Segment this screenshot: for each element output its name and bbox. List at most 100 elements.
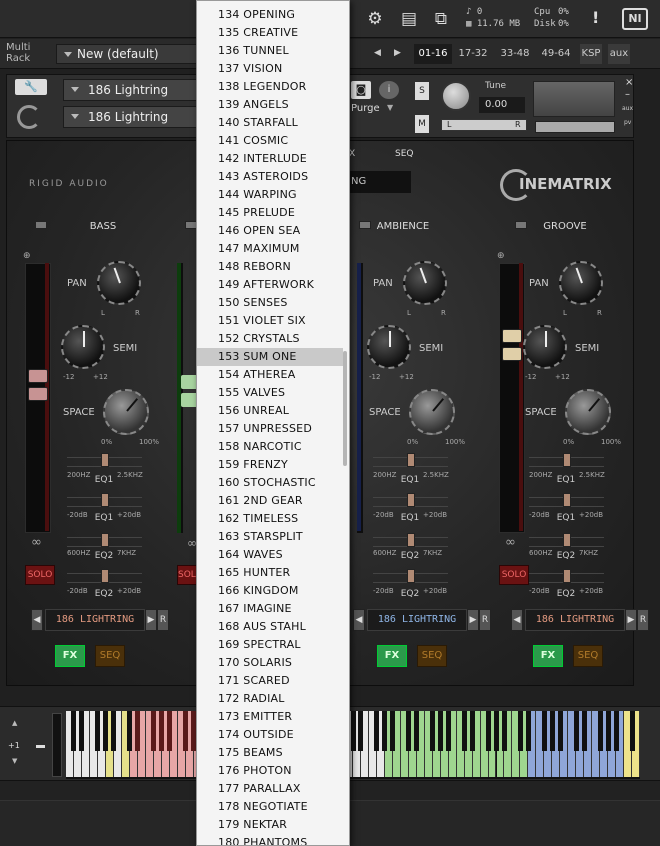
fader-cap[interactable] <box>502 347 522 361</box>
black-key[interactable] <box>159 711 165 751</box>
mute-m-button[interactable]: M <box>415 115 429 133</box>
seq-button[interactable]: SEQ <box>417 645 447 667</box>
ksp-button[interactable]: KSP <box>580 44 602 64</box>
black-key[interactable] <box>183 711 189 751</box>
dropdown-item[interactable]: 153 SUM ONE <box>197 348 343 366</box>
dropdown-item[interactable]: 156 UNREAL <box>197 402 343 420</box>
solo-s-button[interactable]: S <box>415 82 429 100</box>
prev-arrow-icon[interactable]: ◀ <box>374 48 381 58</box>
page-49-64[interactable]: 49-64 <box>537 44 575 64</box>
eq1-freq-handle[interactable] <box>563 453 571 467</box>
black-key[interactable] <box>95 711 101 751</box>
next-arrow-icon[interactable]: ▶ <box>394 48 401 58</box>
solo-button[interactable]: SOLO <box>25 565 55 585</box>
wrench-icon[interactable]: 🔧 <box>15 79 47 95</box>
preset-r-button[interactable]: R <box>479 609 491 631</box>
black-key[interactable] <box>629 711 635 751</box>
black-key[interactable] <box>103 711 109 751</box>
info-icon[interactable]: i <box>379 81 399 99</box>
instrument-name-field[interactable]: 186 Lightring <box>63 79 203 101</box>
dropdown-item[interactable]: 161 2ND GEAR <box>197 492 343 510</box>
aux-label[interactable]: aux <box>622 105 633 112</box>
dropdown-item[interactable]: 138 LEGENDOR <box>197 78 343 96</box>
rack-view-icon[interactable]: ▤ <box>396 6 422 32</box>
dropdown-scrollbar[interactable] <box>343 351 347 466</box>
channel-preset-field[interactable]: 186 LIGHTRING <box>367 609 467 631</box>
fx-button[interactable]: FX <box>377 645 407 667</box>
dropdown-item[interactable]: 166 KINGDOM <box>197 582 343 600</box>
dropdown-item[interactable]: 149 AFTERWORK <box>197 276 343 294</box>
dropdown-item[interactable]: 152 CRYSTALS <box>197 330 343 348</box>
dropdown-item[interactable]: 171 SCARED <box>197 672 343 690</box>
eq1-gain-handle[interactable] <box>407 493 415 507</box>
dropdown-item[interactable]: 168 AUS STAHL <box>197 618 343 636</box>
black-key[interactable] <box>127 711 133 751</box>
black-key[interactable] <box>605 711 611 751</box>
black-key[interactable] <box>557 711 563 751</box>
dropdown-item[interactable]: 163 STARSPLIT <box>197 528 343 546</box>
fader-cap[interactable] <box>28 369 48 383</box>
preset-dropdown-menu[interactable]: 134 OPENING 135 CREATIVE 136 TUNNEL 137 VIS… <box>196 0 350 846</box>
pan-knob[interactable] <box>97 261 141 305</box>
black-key[interactable] <box>462 711 468 751</box>
dropdown-item[interactable]: 165 HUNTER <box>197 564 343 582</box>
dropdown-item[interactable]: 142 INTERLUDE <box>197 150 343 168</box>
dropdown-item[interactable]: 146 OPEN SEA <box>197 222 343 240</box>
pv-label[interactable]: pv <box>624 119 631 126</box>
dropdown-item[interactable]: 180 PHANTOMS <box>197 834 343 845</box>
channel-preset-field[interactable]: 186 LIGHTRING <box>525 609 625 631</box>
preset-r-button[interactable]: R <box>637 609 649 631</box>
preset-next-button[interactable]: ▶ <box>625 609 637 631</box>
pan-knob[interactable] <box>403 261 447 305</box>
black-key[interactable] <box>486 711 492 751</box>
black-key[interactable] <box>414 711 420 751</box>
eq2-gain-handle[interactable] <box>407 569 415 583</box>
fx-button[interactable]: FX <box>55 645 85 667</box>
eq2-gain-handle[interactable] <box>101 569 109 583</box>
gear-icon[interactable]: ⚙ <box>362 6 388 32</box>
eq2-freq-handle[interactable] <box>563 533 571 547</box>
eq1-gain-handle[interactable] <box>101 493 109 507</box>
camera-icon[interactable]: ◙ <box>351 81 371 99</box>
space-knob[interactable] <box>565 389 611 435</box>
minimize-icon[interactable]: – <box>625 89 630 100</box>
black-key[interactable] <box>350 711 356 751</box>
eq2-gain-handle[interactable] <box>563 569 571 583</box>
fader-cap[interactable] <box>28 387 48 401</box>
black-key[interactable] <box>541 711 547 751</box>
black-key[interactable] <box>358 711 364 751</box>
dropdown-item[interactable]: 140 STARFALL <box>197 114 343 132</box>
space-knob[interactable] <box>409 389 455 435</box>
piano-keyboard[interactable] <box>66 711 640 779</box>
dropdown-item[interactable]: 136 TUNNEL <box>197 42 343 60</box>
dropdown-item[interactable]: 145 PRELUDE <box>197 204 343 222</box>
pitch-wheel[interactable] <box>52 713 62 777</box>
preset-prev-button[interactable]: ◀ <box>511 609 523 631</box>
tab-seq[interactable]: SEQ <box>395 149 413 159</box>
dropdown-item[interactable]: 178 NEGOTIATE <box>197 798 343 816</box>
dropdown-item[interactable]: 173 EMITTER <box>197 708 343 726</box>
black-key[interactable] <box>111 711 117 751</box>
black-key[interactable] <box>446 711 452 751</box>
black-key[interactable] <box>406 711 412 751</box>
black-key[interactable] <box>374 711 380 751</box>
fader-cap[interactable] <box>502 329 522 343</box>
dropdown-item[interactable]: 150 SENSES <box>197 294 343 312</box>
page-17-32[interactable]: 17-32 <box>454 44 492 64</box>
black-key[interactable] <box>167 711 173 751</box>
page-01-16[interactable]: 01-16 <box>414 44 452 64</box>
link-icon[interactable]: ∞ <box>505 535 516 550</box>
black-key[interactable] <box>501 711 507 751</box>
black-key[interactable] <box>613 711 619 751</box>
dropdown-item[interactable]: 162 TIMELESS <box>197 510 343 528</box>
warning-icon[interactable]: ! <box>592 8 599 27</box>
dropdown-item[interactable]: 158 NARCOTIC <box>197 438 343 456</box>
black-key[interactable] <box>581 711 587 751</box>
pan-knob[interactable] <box>559 261 603 305</box>
black-key[interactable] <box>549 711 555 751</box>
dropdown-item[interactable]: 157 UNPRESSED <box>197 420 343 438</box>
octave-down-icon[interactable]: ▼ <box>12 757 17 765</box>
dropdown-item[interactable]: 177 PARALLAX <box>197 780 343 798</box>
semi-knob[interactable] <box>61 325 105 369</box>
black-key[interactable] <box>390 711 396 751</box>
